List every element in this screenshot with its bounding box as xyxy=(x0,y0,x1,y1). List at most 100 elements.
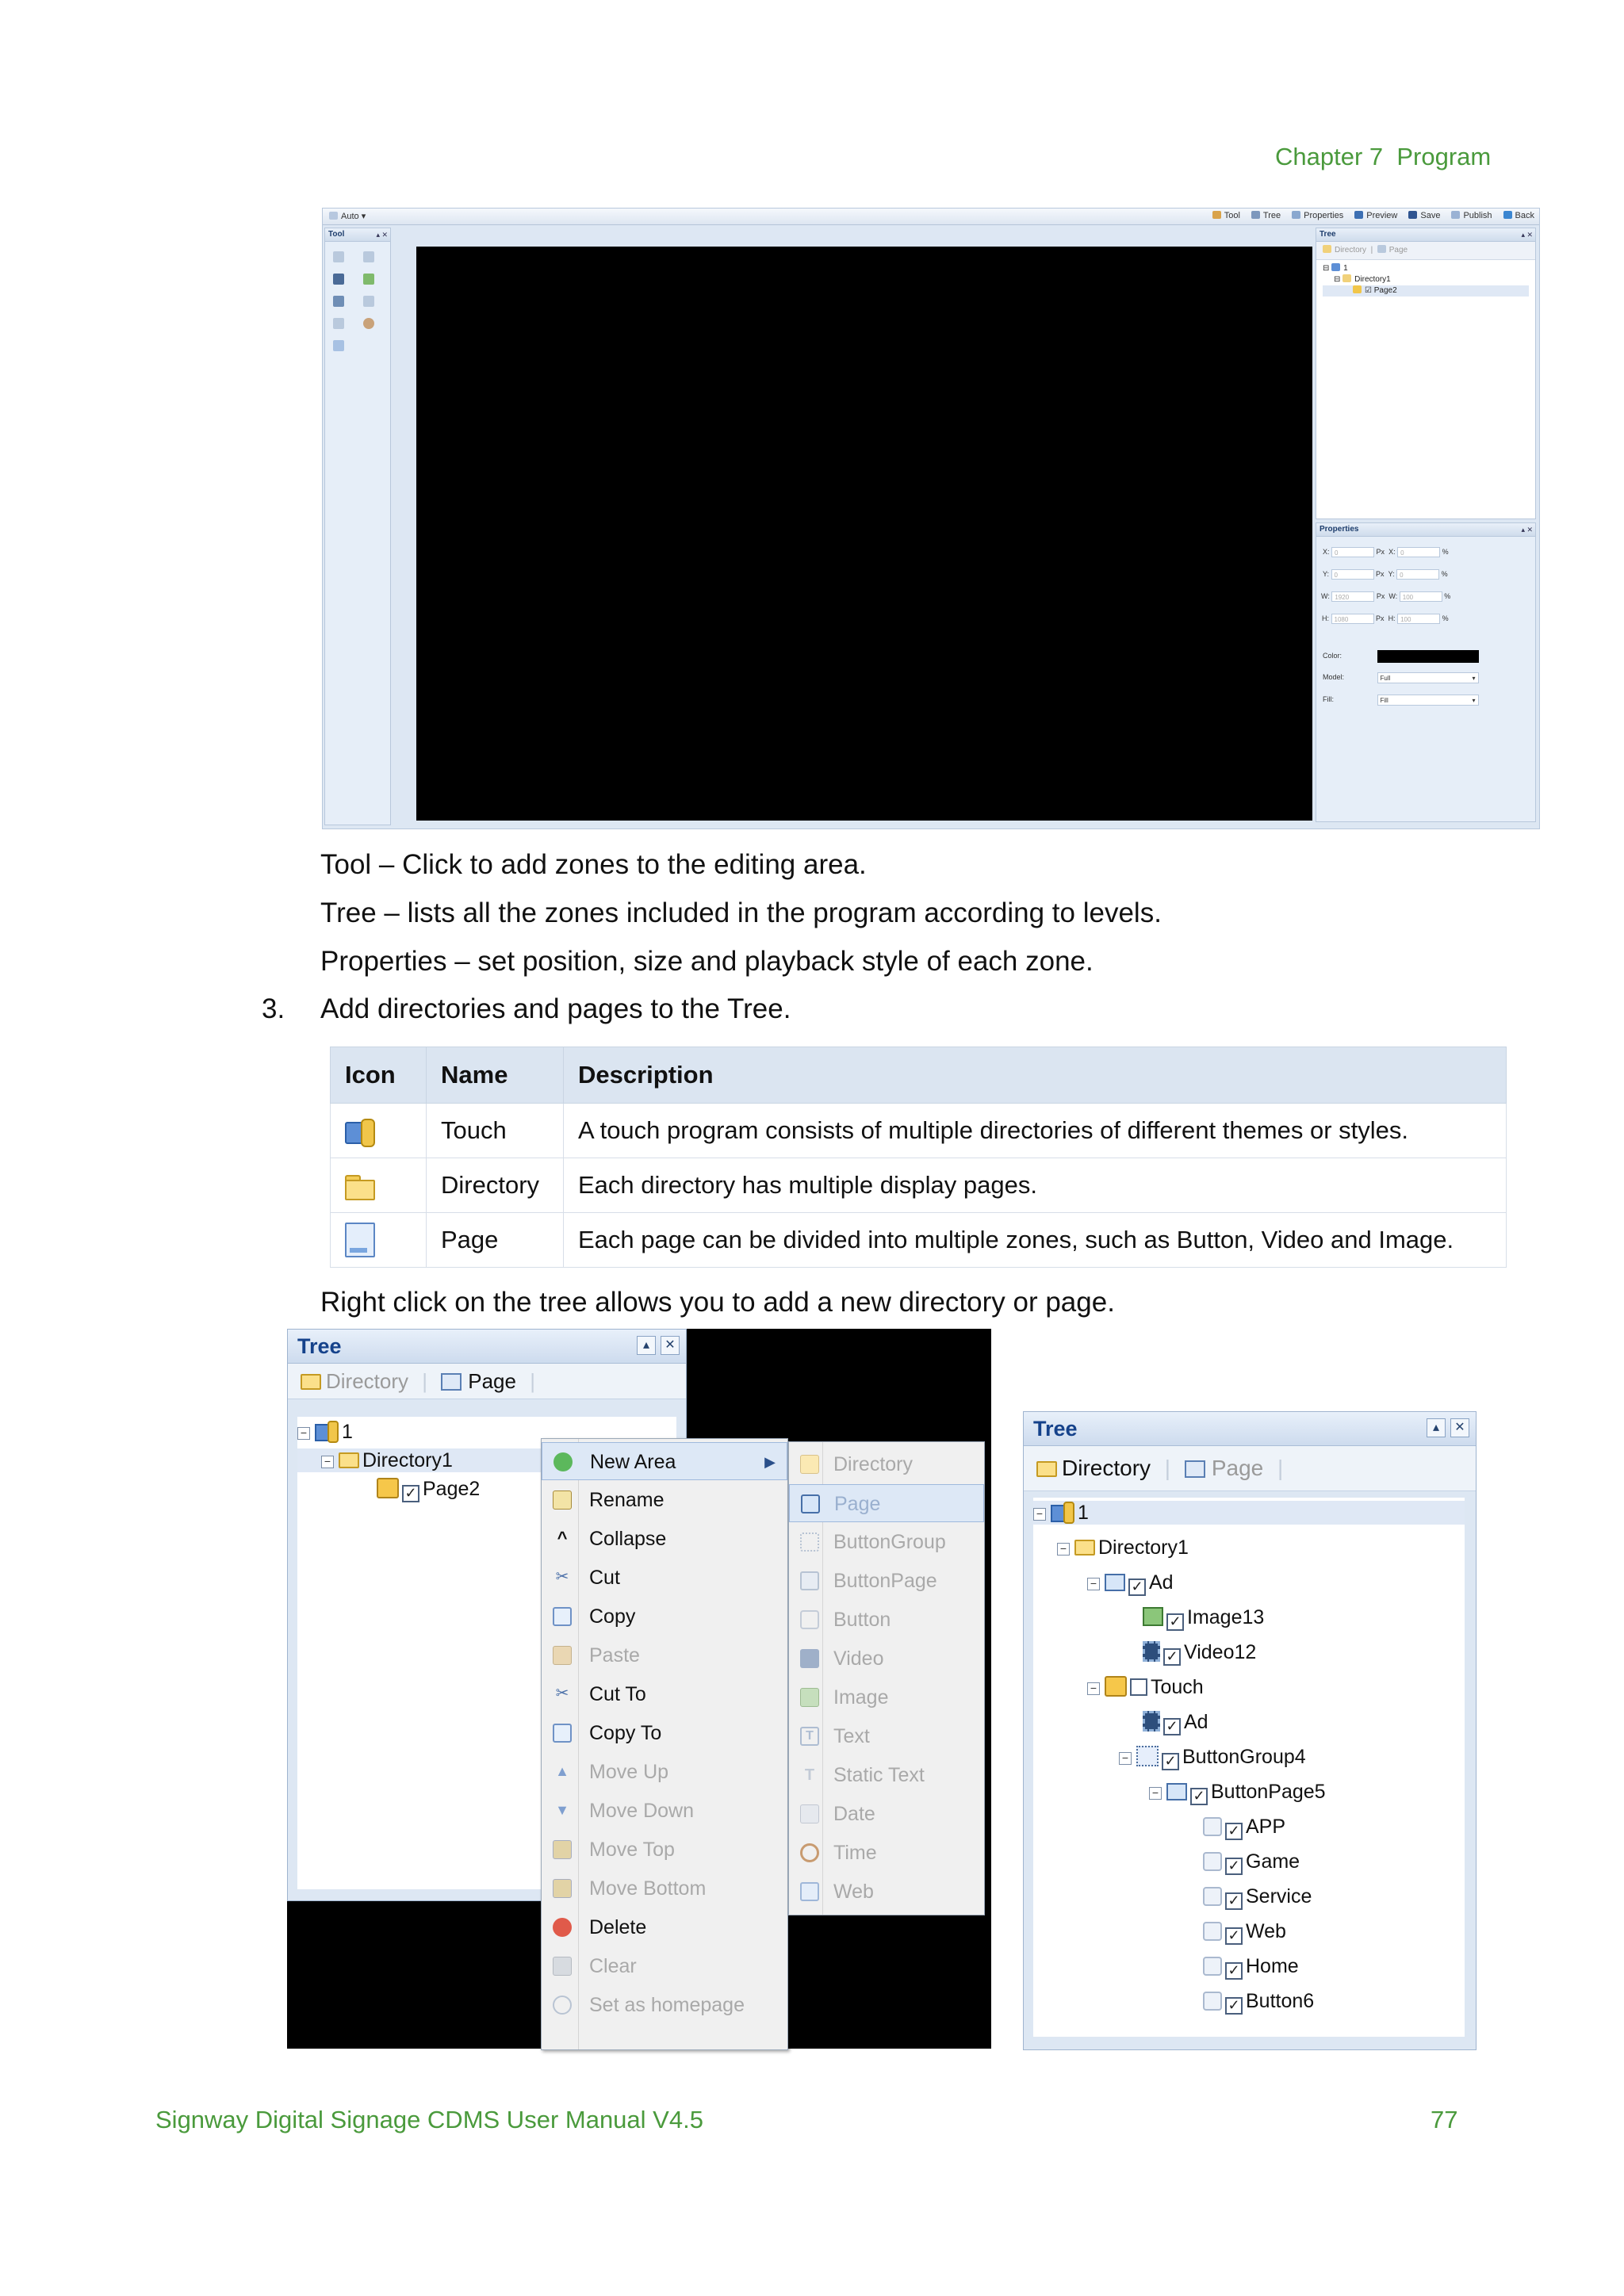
submenu-item-time[interactable]: Time xyxy=(789,1834,984,1872)
close-panel-button[interactable]: ✕ xyxy=(661,1336,680,1355)
tree-node-root[interactable]: −1 xyxy=(1033,1501,1465,1525)
panel-controls[interactable]: ▴ ✕ xyxy=(1521,523,1533,536)
menu-item-move-top[interactable]: Move Top xyxy=(542,1831,787,1869)
submenu-item-page[interactable]: Page xyxy=(789,1484,984,1522)
editing-area[interactable] xyxy=(416,247,1312,821)
toolbar-tree-button[interactable]: Tree xyxy=(1251,211,1281,220)
toolbar-publish-button[interactable]: Publish xyxy=(1451,211,1492,220)
tree-node-root[interactable]: ⊟ 1 xyxy=(1323,263,1529,274)
buttonpage-tool-icon[interactable] xyxy=(363,251,374,262)
page-button[interactable]: Page xyxy=(1184,1456,1263,1480)
tree-node-button6[interactable]: ✓ Button6 xyxy=(1203,1989,1314,2015)
submenu-item-button[interactable]: Button xyxy=(789,1601,984,1639)
tree-node-game[interactable]: ✓ Game xyxy=(1203,1850,1300,1875)
tree-node-video12[interactable]: ✓ Video12 xyxy=(1143,1640,1256,1666)
submenu-item-static-text[interactable]: T Static Text xyxy=(789,1756,984,1794)
px-x-input[interactable]: 0 xyxy=(1331,547,1375,557)
menu-item-rename[interactable]: Rename xyxy=(542,1481,787,1519)
panel-controls[interactable]: ▴ ✕ xyxy=(1521,228,1533,241)
directory-button[interactable]: Directory xyxy=(1036,1456,1151,1480)
directory-small-button[interactable]: Directory xyxy=(1323,245,1366,254)
prop-row-y: Y: 0 Px Y: 0 % xyxy=(1323,569,1448,580)
color-picker[interactable] xyxy=(1377,650,1479,663)
tree-node-page[interactable]: ✓ Page2 xyxy=(377,1477,480,1502)
table-row: Directory Each directory has multiple di… xyxy=(330,1158,1507,1213)
toolbar-properties-button[interactable]: Properties xyxy=(1292,211,1343,220)
submenu-item-directory[interactable]: Directory xyxy=(789,1445,984,1483)
image-tool-icon[interactable] xyxy=(363,274,374,285)
date-tool-icon[interactable] xyxy=(333,318,344,329)
submenu-item-web[interactable]: Web xyxy=(789,1873,984,1911)
model-select[interactable]: Full xyxy=(1377,672,1479,684)
tree-node-ad-video[interactable]: ✓ Ad xyxy=(1143,1710,1208,1735)
tree-node-touch[interactable]: − Touch xyxy=(1087,1675,1204,1699)
fill-select[interactable]: Fill xyxy=(1377,695,1479,706)
prop-row-w: W: 1920 Px W: 100 % xyxy=(1321,591,1451,602)
px-h-input[interactable]: 1080 xyxy=(1331,614,1374,624)
menu-item-cut[interactable]: ✂ Cut xyxy=(542,1559,787,1597)
tree-node-directory[interactable]: ⊟ Directory1 xyxy=(1323,274,1529,285)
directory-button[interactable]: Directory xyxy=(301,1369,408,1393)
tree-node-home[interactable]: ✓ Home xyxy=(1203,1954,1299,1980)
pct-x-input[interactable]: 0 xyxy=(1397,547,1441,557)
time-tool-icon[interactable] xyxy=(363,318,374,329)
menu-item-new-area[interactable]: New Area ▶ xyxy=(542,1442,787,1480)
px-w-input[interactable]: 1920 xyxy=(1331,591,1375,602)
button-icon xyxy=(1203,1957,1222,1976)
submenu-item-buttongroup[interactable]: ButtonGroup xyxy=(789,1523,984,1561)
tree-node-buttonpage5[interactable]: − ✓ ButtonPage5 xyxy=(1149,1780,1326,1805)
menu-item-collapse[interactable]: ^ Collapse xyxy=(542,1520,787,1558)
pct-h-input[interactable]: 100 xyxy=(1397,614,1441,624)
menu-item-move-up[interactable]: ▲ Move Up xyxy=(542,1753,787,1791)
button-icon xyxy=(1203,1992,1222,2011)
close-panel-button[interactable]: ✕ xyxy=(1450,1418,1469,1437)
tree-node-page[interactable]: ☑ Page2 xyxy=(1323,285,1529,297)
tree-node-buttongroup4[interactable]: − ✓ ButtonGroup4 xyxy=(1119,1745,1306,1770)
px-y-input[interactable]: 0 xyxy=(1331,569,1374,580)
tree-node-web[interactable]: ✓ Web xyxy=(1203,1919,1286,1945)
toolbar-back-button[interactable]: Back xyxy=(1503,211,1534,220)
submenu-item-date[interactable]: Date xyxy=(789,1795,984,1833)
menu-item-delete[interactable]: Delete xyxy=(542,1908,787,1946)
page-gold-icon xyxy=(1353,285,1362,293)
menu-item-set-homepage[interactable]: Set as homepage xyxy=(542,1986,787,2024)
menu-item-copy[interactable]: Copy xyxy=(542,1598,787,1636)
tree-node-root[interactable]: −1 xyxy=(297,1420,353,1444)
menu-item-copy-to[interactable]: Copy To xyxy=(542,1714,787,1752)
buttongroup-tool-icon[interactable] xyxy=(333,251,344,262)
touch-icon xyxy=(345,1117,377,1147)
toolbar-save-button[interactable]: Save xyxy=(1408,211,1440,220)
properties-panel: Properties ▴ ✕ X: 0 Px X: 0 % Y: 0 Px Y:… xyxy=(1316,522,1536,822)
menu-item-move-down[interactable]: ▼ Move Down xyxy=(542,1792,787,1830)
footer-manual-title: Signway Digital Signage CDMS User Manual… xyxy=(155,2106,703,2133)
menu-item-paste[interactable]: Paste xyxy=(542,1636,787,1674)
menu-item-clear[interactable]: Clear xyxy=(542,1947,787,1985)
web-tool-icon[interactable] xyxy=(333,340,344,351)
delete-icon xyxy=(553,1918,572,1937)
tree-node-directory[interactable]: − Directory1 xyxy=(1057,1536,1189,1559)
tree-node-ad-page[interactable]: − ✓ Ad xyxy=(1087,1571,1174,1596)
menu-item-move-bottom[interactable]: Move Bottom xyxy=(542,1869,787,1908)
submenu-item-text[interactable]: T Text xyxy=(789,1717,984,1755)
toolbar-preview-button[interactable]: Preview xyxy=(1354,211,1397,220)
submenu-item-image[interactable]: Image xyxy=(789,1678,984,1716)
page-gold-icon xyxy=(1105,1676,1127,1697)
page-button[interactable]: Page xyxy=(441,1369,516,1393)
auto-dropdown[interactable]: Auto ▾ xyxy=(329,211,366,221)
video-tool-icon[interactable] xyxy=(333,274,344,285)
tree-node-service[interactable]: ✓ Service xyxy=(1203,1885,1312,1910)
pct-w-input[interactable]: 100 xyxy=(1399,591,1442,602)
submenu-item-buttonpage[interactable]: ButtonPage xyxy=(789,1562,984,1600)
menu-item-cut-to[interactable]: ✂ Cut To xyxy=(542,1675,787,1713)
tree-node-app[interactable]: ✓ APP xyxy=(1203,1815,1285,1840)
panel-controls[interactable]: ▴ ✕ xyxy=(376,228,388,241)
toolbar-tool-button[interactable]: Tool xyxy=(1212,211,1240,220)
collapse-panel-button[interactable]: ▴ xyxy=(1427,1418,1446,1437)
tree-node-image13[interactable]: ✓ Image13 xyxy=(1143,1605,1264,1631)
pct-y-input[interactable]: 0 xyxy=(1396,569,1440,580)
static-text-tool-icon[interactable] xyxy=(363,296,374,307)
collapse-panel-button[interactable]: ▴ xyxy=(637,1336,656,1355)
submenu-item-video[interactable]: Video xyxy=(789,1640,984,1678)
page-small-button[interactable]: Page xyxy=(1377,245,1408,254)
text-tool-icon[interactable] xyxy=(333,296,344,307)
